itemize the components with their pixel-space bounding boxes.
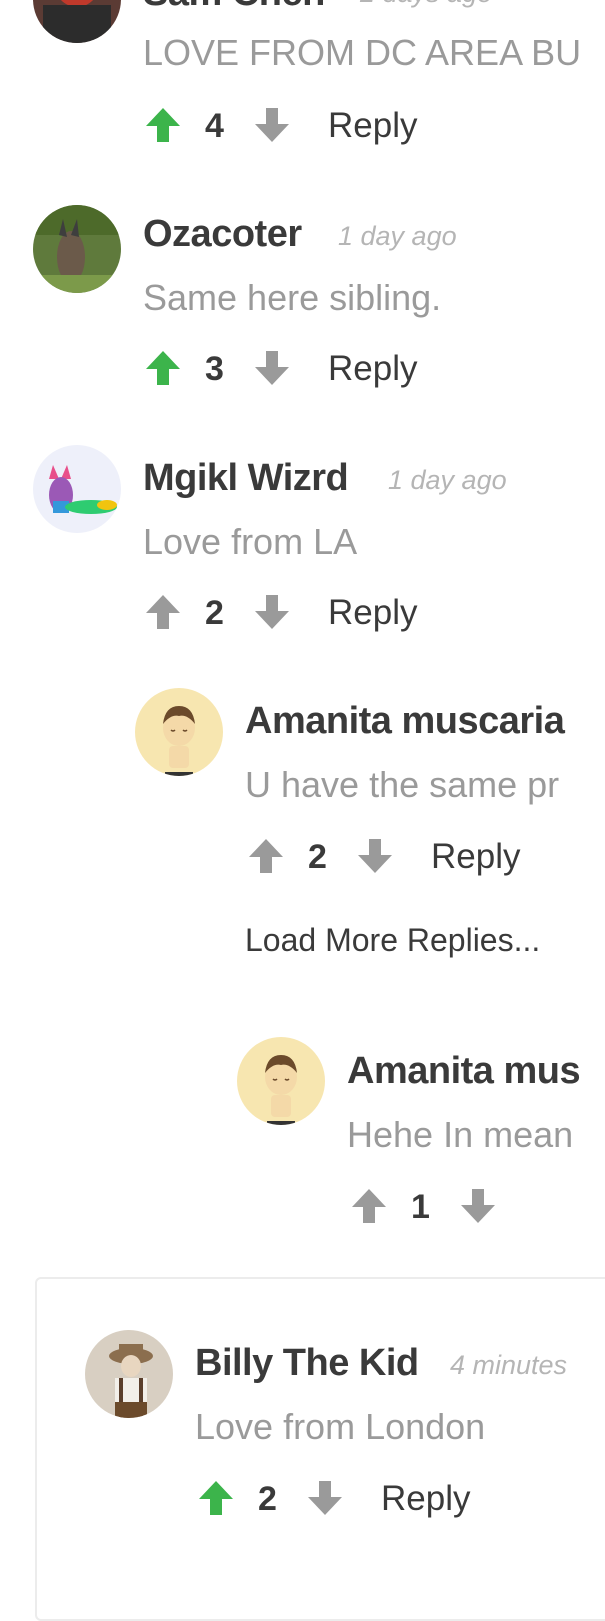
comment-text: U have the same pr [245,764,560,805]
user-avatar-photo-icon [33,0,121,43]
fox-avatar-illustration-icon [33,445,121,533]
upvote-icon[interactable] [349,1186,389,1226]
comment-text: Love from London [195,1406,486,1447]
avatar[interactable] [237,1037,325,1125]
reply-button[interactable]: Reply [328,349,417,389]
load-more-replies-link[interactable]: Load More Replies... [245,922,540,959]
upvote-icon[interactable] [143,348,183,388]
downvote-icon[interactable] [355,836,395,876]
downvote-icon[interactable] [305,1478,345,1518]
reply-button[interactable]: Reply [328,106,417,146]
avatar[interactable] [85,1330,173,1418]
reply-button[interactable]: Reply [328,593,417,633]
vote-count: 2 [205,594,224,632]
avatar[interactable] [33,0,121,43]
vote-count: 2 [258,1480,277,1518]
comment-text: Love from LA [143,521,358,562]
upvote-icon[interactable] [143,105,183,145]
comment-author[interactable]: Billy The Kid [195,1342,419,1385]
comment-time[interactable]: 1 day ago [338,221,457,252]
reply-button[interactable]: Reply [381,1479,470,1519]
downvote-icon[interactable] [252,348,292,388]
downvote-icon[interactable] [252,105,292,145]
vote-count: 2 [308,838,327,876]
comment-text: Hehe In mean [347,1114,574,1155]
cowboy-avatar-photo-icon [85,1330,173,1418]
avatar[interactable] [135,688,223,776]
downvote-icon[interactable] [458,1186,498,1226]
vote-count: 4 [205,107,224,145]
default-avatar-illustration-icon [237,1037,325,1125]
comment-text: Same here sibling. [143,277,442,318]
vote-count: 1 [411,1188,430,1226]
comment-author[interactable]: Amanita muscaria [245,700,565,743]
comment-text: LOVE FROM DC AREA BU [143,32,582,73]
reply-button[interactable]: Reply [431,837,520,877]
comment-time[interactable]: 1 day ago [388,465,507,496]
vote-count: 3 [205,350,224,388]
comment-time[interactable]: 4 minutes [450,1350,567,1381]
avatar[interactable] [33,445,121,533]
upvote-icon[interactable] [246,836,286,876]
default-avatar-illustration-icon [135,688,223,776]
comment-time[interactable]: 2 days ago [360,0,492,9]
avatar[interactable] [33,205,121,293]
comment-author[interactable]: Amanita mus [347,1050,581,1093]
comment-author[interactable]: Sam Chen [143,0,325,15]
new-comment-highlight [35,1277,605,1621]
comment-author[interactable]: Ozacoter [143,213,302,256]
downvote-icon[interactable] [252,592,292,632]
upvote-icon[interactable] [143,592,183,632]
upvote-icon[interactable] [196,1478,236,1518]
dog-avatar-photo-icon [33,205,121,293]
comment-author[interactable]: Mgikl Wizrd [143,457,349,500]
